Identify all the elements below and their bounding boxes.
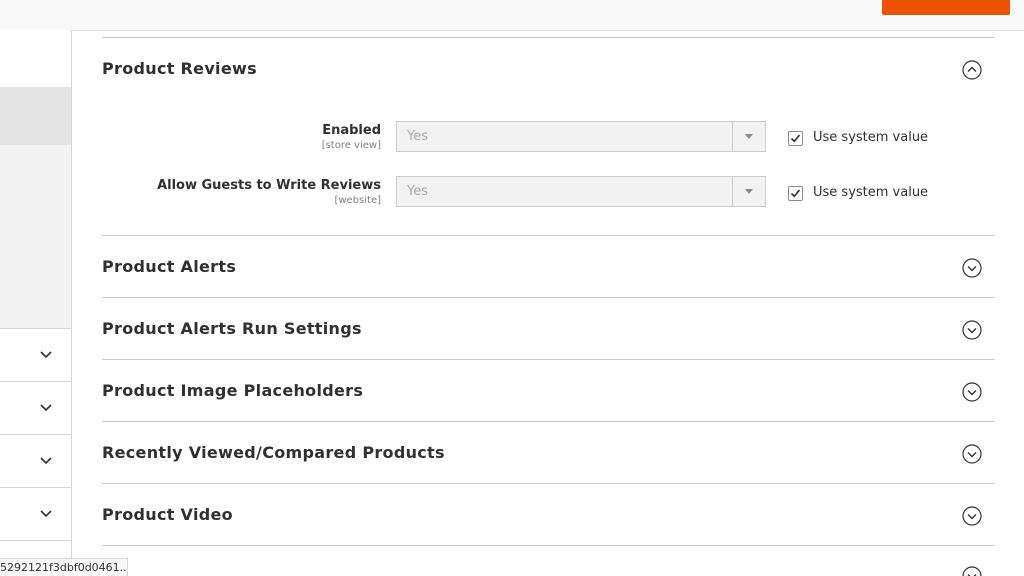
- divider: [102, 545, 995, 546]
- section-title-product-video[interactable]: Product Video: [102, 505, 233, 524]
- chevron-down-circle-icon[interactable]: [962, 506, 982, 526]
- top-header-bar: [0, 0, 1024, 31]
- browser-status-bar: 5292121f3dbf0d0461...: [0, 558, 128, 576]
- select-separator: [732, 177, 733, 206]
- check-icon: [790, 189, 801, 198]
- chevron-down-icon: [40, 351, 52, 359]
- divider: [102, 359, 995, 360]
- section-title-recently-viewed[interactable]: Recently Viewed/Compared Products: [102, 443, 445, 462]
- use-system-value-checkbox[interactable]: [788, 186, 803, 201]
- sidebar-group-3[interactable]: [0, 434, 71, 487]
- use-system-value-label[interactable]: Use system value: [813, 185, 928, 200]
- chevron-down-circle-icon[interactable]: [962, 382, 982, 402]
- primary-action-button[interactable]: [882, 0, 1010, 15]
- section-title-product-alerts-run-settings[interactable]: Product Alerts Run Settings: [102, 319, 362, 338]
- field-scope-enabled: [store view]: [321, 140, 381, 151]
- section-title-product-alerts[interactable]: Product Alerts: [102, 257, 236, 276]
- select-value: Yes: [407, 129, 428, 144]
- sidebar-group-4[interactable]: [0, 487, 71, 540]
- chevron-down-circle-icon[interactable]: [962, 258, 982, 278]
- sidebar-submenu: [0, 145, 71, 328]
- chevron-down-icon: [40, 404, 52, 412]
- chevron-down-circle-icon[interactable]: [962, 320, 982, 340]
- divider: [102, 421, 995, 422]
- divider: [102, 483, 995, 484]
- chevron-down-icon: [40, 457, 52, 465]
- divider: [102, 297, 995, 298]
- dropdown-arrow-icon: [745, 134, 753, 139]
- select-separator: [732, 122, 733, 151]
- section-title-product-image-placeholders[interactable]: Product Image Placeholders: [102, 381, 363, 400]
- divider: [102, 235, 995, 236]
- select-value: Yes: [407, 184, 428, 199]
- chevron-up-circle-icon[interactable]: [962, 60, 982, 80]
- check-icon: [790, 134, 801, 143]
- config-sidebar: [0, 30, 72, 576]
- field-scope-allow-guests: [website]: [334, 195, 381, 206]
- sidebar-active-item[interactable]: [0, 87, 71, 145]
- allow-guests-select[interactable]: Yes: [396, 176, 766, 207]
- enabled-select[interactable]: Yes: [396, 121, 766, 152]
- field-label-enabled: Enabled: [322, 123, 381, 138]
- chevron-down-circle-icon[interactable]: [962, 444, 982, 464]
- dropdown-arrow-icon: [745, 189, 753, 194]
- use-system-value-checkbox[interactable]: [788, 131, 803, 146]
- use-system-value-label[interactable]: Use system value: [813, 130, 928, 145]
- divider: [102, 37, 995, 38]
- chevron-down-icon: [40, 510, 52, 518]
- sidebar-group-1[interactable]: [0, 328, 71, 381]
- sidebar-group-2[interactable]: [0, 381, 71, 434]
- field-label-allow-guests: Allow Guests to Write Reviews: [157, 178, 381, 193]
- chevron-down-circle-icon[interactable]: [962, 566, 982, 576]
- section-title-product-reviews[interactable]: Product Reviews: [102, 59, 257, 78]
